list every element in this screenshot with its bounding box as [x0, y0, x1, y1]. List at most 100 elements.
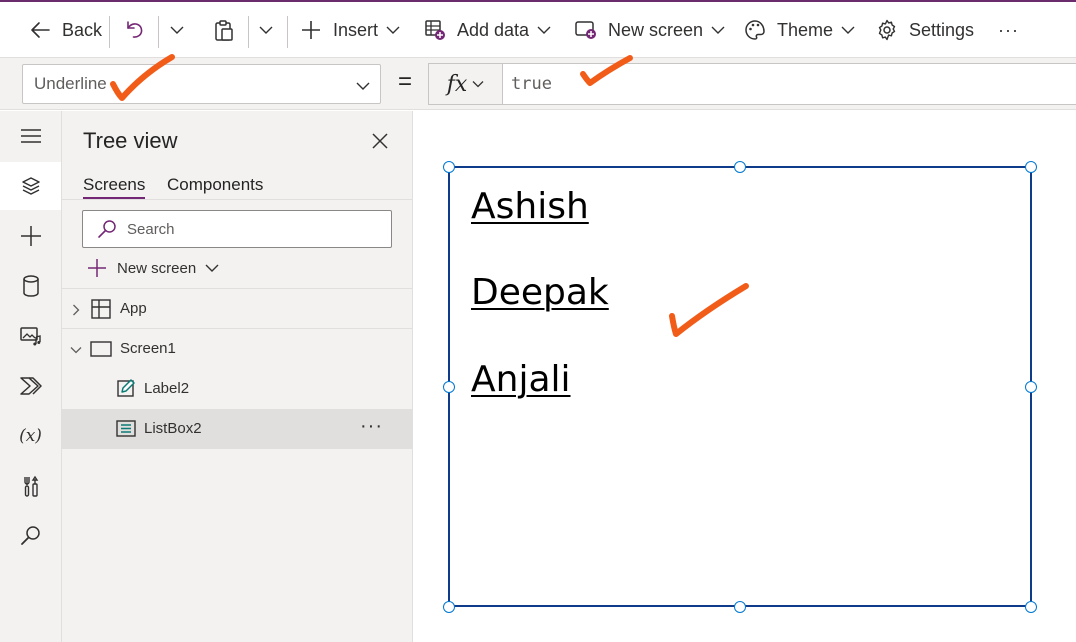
media-icon: [19, 327, 41, 346]
annotation-checkmark-icon: [669, 283, 749, 337]
tree-node-label: App: [120, 300, 147, 317]
advanced-tools-rail-button[interactable]: [0, 462, 61, 510]
plus-icon: [86, 257, 108, 279]
gear-icon: [875, 18, 899, 42]
divider: [287, 16, 288, 48]
theme-label: Theme: [777, 19, 834, 40]
insert-label: Insert: [333, 19, 379, 40]
chevron-down-icon: [356, 78, 370, 92]
property-dropdown[interactable]: Underline: [22, 64, 381, 104]
listbox-control[interactable]: Ashish Deepak Anjali: [448, 166, 1032, 607]
resize-handle[interactable]: [443, 161, 455, 173]
fx-button[interactable]: fx: [428, 63, 502, 105]
chevron-down-icon: [205, 261, 219, 275]
paste-button[interactable]: [212, 2, 246, 58]
annotation-checkmark-icon: [110, 54, 175, 101]
variables-icon: (𝑥): [19, 426, 42, 446]
close-icon: [372, 133, 388, 149]
add-data-icon: [423, 18, 447, 42]
settings-button[interactable]: Settings: [875, 2, 974, 58]
insert-rail-button[interactable]: [0, 212, 61, 260]
data-rail-button[interactable]: [0, 262, 61, 310]
chevron-down-icon: [170, 23, 184, 37]
undo-icon: [122, 18, 146, 42]
chevron-right-icon: [70, 303, 82, 316]
tree-node-label: Label2: [144, 380, 190, 397]
panel-title: Tree view: [83, 128, 178, 153]
divider: [248, 16, 249, 48]
list-item[interactable]: Deepak: [471, 272, 609, 313]
tree-node-label2[interactable]: Label2: [62, 369, 412, 409]
undo-button[interactable]: [122, 2, 156, 58]
search-icon: [20, 526, 40, 545]
chevron-down-icon: [386, 23, 400, 37]
divider: [158, 16, 159, 48]
property-value: Underline: [34, 74, 107, 93]
resize-handle[interactable]: [443, 601, 455, 613]
tab-screens[interactable]: Screens: [83, 175, 145, 195]
tools-icon: [23, 475, 38, 497]
undo-dropdown-button[interactable]: [170, 2, 184, 58]
resize-handle[interactable]: [734, 601, 746, 613]
new-screen-tree-label: New screen: [117, 259, 197, 277]
new-screen-tree-button[interactable]: New screen: [86, 257, 219, 279]
tree-view-rail-button[interactable]: [0, 162, 61, 210]
power-automate-icon: [19, 377, 42, 395]
more-icon: ···: [998, 19, 1019, 40]
divider: [62, 199, 413, 200]
tree-node-label: Screen1: [120, 340, 176, 357]
tree-node-app[interactable]: App: [62, 289, 412, 329]
screen-icon: [90, 338, 112, 360]
arrow-left-icon: [28, 18, 52, 42]
label-edit-icon: [116, 378, 138, 400]
search-icon: [97, 219, 117, 239]
tree-node-label: ListBox2: [144, 420, 202, 437]
app-icon: [90, 298, 112, 320]
paste-dropdown-button[interactable]: [259, 2, 273, 58]
list-item[interactable]: Ashish: [471, 186, 589, 227]
more-options-button[interactable]: ···: [360, 415, 383, 438]
tree-node-listbox2[interactable]: ListBox2 ···: [62, 409, 412, 449]
insert-button[interactable]: Insert: [299, 2, 400, 58]
listbox-icon: [116, 418, 138, 440]
power-automate-rail-button[interactable]: [0, 362, 61, 410]
resize-handle[interactable]: [1025, 381, 1037, 393]
chevron-down-icon: [841, 23, 855, 37]
resize-handle[interactable]: [734, 161, 746, 173]
plus-icon: [299, 18, 323, 42]
equals-sign: =: [397, 68, 412, 95]
add-data-button[interactable]: Add data: [423, 2, 551, 58]
media-rail-button[interactable]: [0, 312, 61, 360]
divider: [109, 16, 110, 48]
search-placeholder: Search: [127, 220, 175, 238]
database-icon: [22, 275, 39, 297]
annotation-checkmark-icon: [580, 55, 633, 86]
close-button[interactable]: [371, 132, 391, 152]
theme-button[interactable]: Theme: [743, 2, 855, 58]
new-screen-icon: [574, 18, 598, 42]
search-input[interactable]: Search: [82, 210, 392, 248]
chevron-down-icon: [537, 23, 551, 37]
plus-icon: [20, 226, 41, 246]
chevron-down-icon: [711, 23, 725, 37]
layers-icon: [21, 177, 40, 195]
tab-components[interactable]: Components: [167, 175, 263, 195]
resize-handle[interactable]: [1025, 601, 1037, 613]
resize-handle[interactable]: [1025, 161, 1037, 173]
hamburger-icon: [20, 129, 41, 143]
menu-button[interactable]: [0, 112, 61, 160]
more-commands-button[interactable]: ···: [998, 2, 1019, 58]
new-screen-button[interactable]: New screen: [574, 2, 725, 58]
tree-node-screen1[interactable]: Screen1: [62, 329, 412, 369]
variables-rail-button[interactable]: (𝑥): [0, 412, 61, 460]
chevron-down-icon: [259, 23, 273, 37]
back-button[interactable]: Back: [28, 2, 102, 58]
list-item[interactable]: Anjali: [471, 359, 571, 400]
tree-view-panel: Tree view Screens Components Search New …: [62, 111, 413, 642]
search-rail-button[interactable]: [0, 512, 61, 560]
resize-handle[interactable]: [443, 381, 455, 393]
add-data-label: Add data: [457, 19, 530, 40]
settings-label: Settings: [909, 19, 975, 40]
new-screen-label: New screen: [608, 19, 704, 40]
fx-label: fx: [446, 71, 468, 97]
